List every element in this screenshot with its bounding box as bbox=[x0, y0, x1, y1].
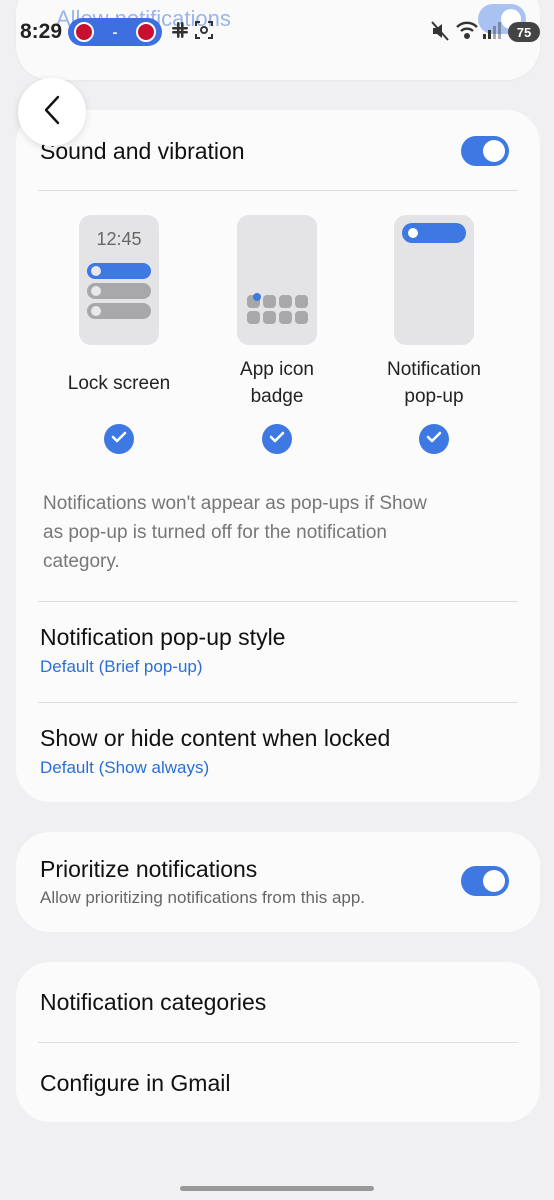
slack-icon bbox=[170, 20, 190, 45]
check-icon bbox=[269, 430, 285, 449]
preview-notification-bar bbox=[87, 303, 151, 319]
preview-notification-bar bbox=[87, 283, 151, 299]
sound-vibration-label: Sound and vibration bbox=[40, 138, 245, 164]
popup-style-value: Default (Brief pop-up) bbox=[40, 657, 203, 676]
configure-gmail-row[interactable]: Configure in Gmail bbox=[16, 1043, 540, 1122]
preview-clock: 12:45 bbox=[96, 229, 142, 249]
divider bbox=[38, 190, 518, 191]
score-dash: - bbox=[112, 24, 118, 40]
notification-popup-style-row[interactable]: Notification pop-up style Default (Brief… bbox=[16, 602, 540, 702]
status-bar: 8:29 - 75 bbox=[0, 0, 554, 62]
preview-popup-bar bbox=[402, 223, 466, 243]
notification-settings-card: Sound and vibration 12:45 Lock screen Ap… bbox=[16, 110, 540, 802]
prioritize-toggle[interactable] bbox=[461, 866, 509, 896]
notification-popup-label: Notification pop-up bbox=[387, 359, 481, 407]
app-icon-badge-check[interactable] bbox=[262, 424, 292, 454]
locked-content-value: Default (Show always) bbox=[40, 758, 210, 777]
badge-dot bbox=[253, 293, 261, 301]
prioritize-desc: Allow prioritizing notifications from th… bbox=[40, 888, 366, 907]
notification-popup-preview[interactable] bbox=[394, 215, 474, 345]
screenshot-icon bbox=[194, 20, 214, 45]
locked-content-title: Show or hide content when locked bbox=[40, 725, 391, 751]
popup-info-text: Notifications won't appear as pop-ups if… bbox=[43, 493, 427, 572]
battery-indicator: 75 bbox=[508, 22, 540, 42]
popup-style-title: Notification pop-up style bbox=[40, 624, 286, 650]
locked-content-row[interactable]: Show or hide content when locked Default… bbox=[16, 703, 540, 801]
lock-screen-check[interactable] bbox=[104, 424, 134, 454]
check-icon bbox=[111, 430, 127, 449]
sound-vibration-toggle[interactable] bbox=[461, 136, 509, 166]
team-logo-icon bbox=[74, 22, 94, 42]
live-score-pill[interactable]: - bbox=[68, 18, 162, 46]
check-icon bbox=[426, 430, 442, 449]
home-indicator[interactable] bbox=[180, 1186, 374, 1191]
more-settings-card: Notification categories Configure in Gma… bbox=[16, 962, 540, 1122]
preview-notification-bar bbox=[87, 263, 151, 279]
lock-screen-preview[interactable]: 12:45 bbox=[79, 215, 159, 345]
signal-icon bbox=[482, 20, 502, 45]
status-time: 8:29 bbox=[20, 20, 63, 43]
prioritize-title: Prioritize notifications bbox=[40, 856, 258, 882]
prioritize-card[interactable]: Prioritize notifications Allow prioritiz… bbox=[16, 832, 540, 932]
wifi-icon bbox=[455, 20, 479, 45]
lock-screen-label: Lock screen bbox=[67, 373, 171, 394]
notification-categories-row[interactable]: Notification categories bbox=[16, 962, 540, 1042]
configure-gmail-label: Configure in Gmail bbox=[40, 1070, 231, 1096]
mute-icon bbox=[430, 20, 450, 47]
notification-categories-label: Notification categories bbox=[40, 989, 267, 1015]
app-icon-badge-preview[interactable] bbox=[237, 215, 317, 345]
back-button[interactable] bbox=[18, 78, 86, 146]
back-chevron-icon bbox=[42, 94, 62, 131]
team-logo-icon bbox=[135, 22, 156, 42]
app-icon-badge-label: App icon badge bbox=[240, 359, 314, 407]
notification-popup-check[interactable] bbox=[419, 424, 449, 454]
